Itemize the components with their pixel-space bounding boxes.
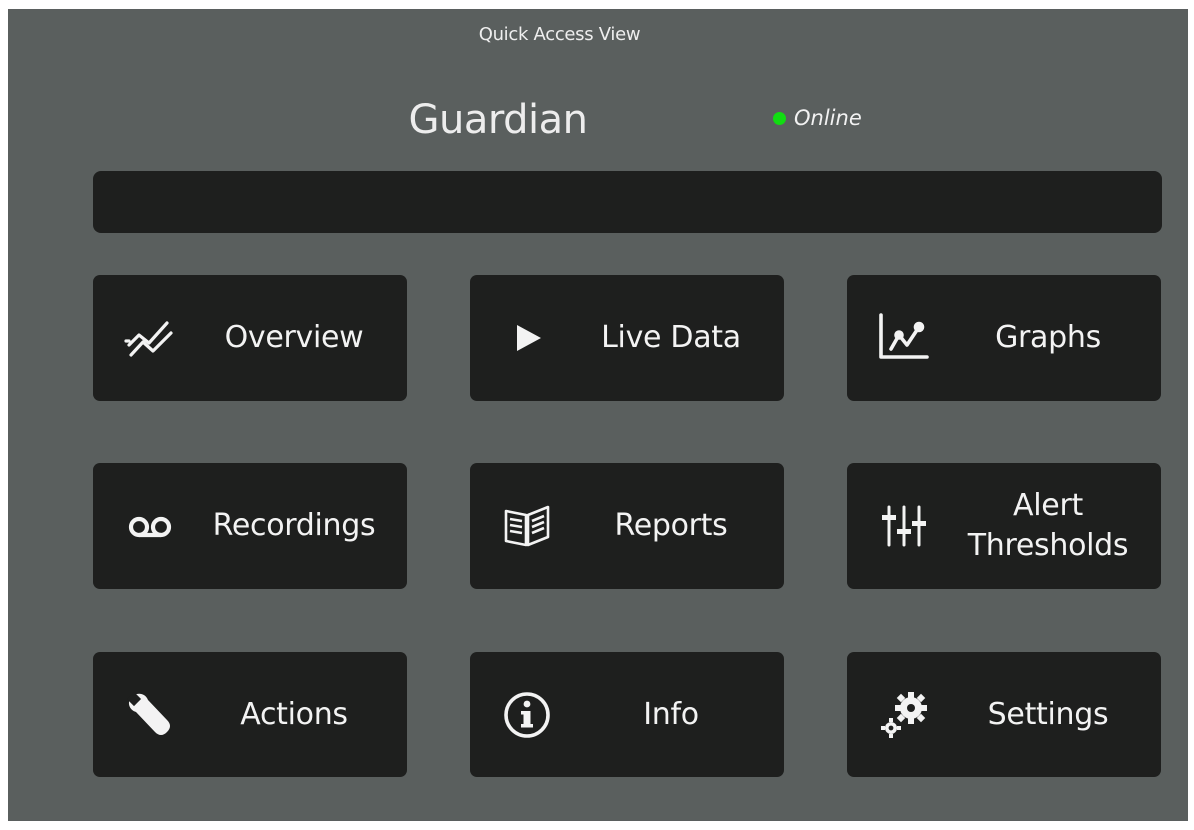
device-name: Guardian [408,97,588,143]
reports-label: Reports [614,508,728,543]
quick-access-screen: Quick Access View Guardian Online Overvi… [8,9,1188,821]
live-data-button[interactable]: Live Data [470,275,784,401]
alert-thresholds-button[interactable]: Alert Thresholds [847,463,1161,589]
line-graph-icon [877,311,931,365]
alert-thresholds-label: Alert Thresholds [967,488,1129,563]
voicemail-icon [123,499,177,553]
view-title: Quick Access View [478,24,641,45]
graphs-label: Graphs [995,320,1101,355]
connection-status: Online [773,106,862,130]
overview-label: Overview [224,320,364,355]
overview-button[interactable]: Overview [93,275,407,401]
sliders-icon [877,499,931,553]
wrench-icon [123,688,177,742]
recordings-label: Recordings [212,508,376,543]
settings-label: Settings [987,696,1109,732]
status-dot-icon [773,111,786,125]
settings-button[interactable]: Settings [847,652,1161,777]
live-data-label: Live Data [601,320,741,355]
info-icon [500,688,554,742]
message-bar [93,171,1162,233]
play-icon [500,311,554,365]
info-button[interactable]: Info [470,652,784,777]
info-label: Info [643,696,699,732]
trend-lines-icon [123,311,177,365]
status-label: Online [794,106,862,130]
recordings-button[interactable]: Recordings [93,463,407,589]
actions-label: Actions [240,696,348,732]
open-book-icon [500,499,554,553]
gears-icon [877,688,931,742]
graphs-button[interactable]: Graphs [847,275,1161,401]
reports-button[interactable]: Reports [470,463,784,589]
actions-button[interactable]: Actions [93,652,407,777]
